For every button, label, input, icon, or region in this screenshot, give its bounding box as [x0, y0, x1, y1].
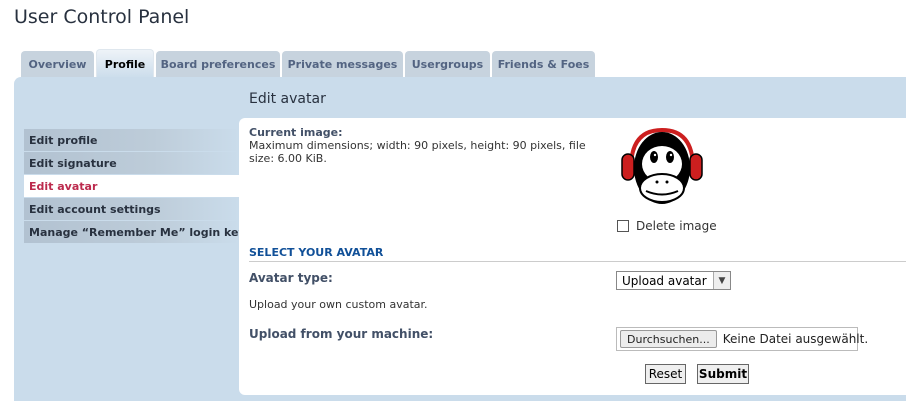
tab-overview[interactable]: Overview [21, 51, 94, 77]
submit-button[interactable]: Submit [697, 364, 749, 384]
current-image-label: Current image: [249, 126, 343, 139]
sidebar-item-edit-signature[interactable]: Edit signature [24, 152, 239, 175]
tab-board-preferences[interactable]: Board preferences [156, 51, 280, 77]
file-status-text: Keine Datei ausgewählt. [722, 332, 869, 346]
browse-button[interactable]: Durchsuchen... [620, 330, 717, 348]
monkey-with-headphones-avatar-icon [621, 127, 703, 204]
chevron-down-icon[interactable]: ▼ [713, 272, 730, 289]
reset-button[interactable]: Reset [645, 364, 686, 384]
current-image-description: Maximum dimensions; width: 90 pixels, he… [249, 139, 586, 165]
tab-private-messages[interactable]: Private messages [282, 51, 403, 77]
avatar-type-help: Upload your own custom avatar. [249, 298, 428, 311]
tab-friends-foes[interactable]: Friends & Foes [492, 51, 595, 77]
delete-image-label[interactable]: Delete image [636, 219, 717, 233]
avatar-type-select[interactable]: Upload avatar ▼ [616, 271, 731, 290]
tab-profile[interactable]: Profile [96, 49, 154, 79]
file-upload-input[interactable]: Durchsuchen... Keine Datei ausgewählt. [616, 327, 868, 351]
sidebar-item-edit-avatar[interactable]: Edit avatar [24, 175, 239, 198]
sidebar-item-edit-profile[interactable]: Edit profile [24, 129, 239, 152]
edit-avatar-form: Current image: Maximum dimensions; width… [239, 118, 906, 395]
sidebar-item-edit-account-settings[interactable]: Edit account settings [24, 198, 239, 221]
page-title: User Control Panel [14, 6, 190, 28]
upload-label: Upload from your machine: [249, 327, 434, 341]
select-avatar-section-title: SELECT YOUR AVATAR [249, 246, 906, 262]
sidebar-item-remember-me-keys[interactable]: Manage “Remember Me” login keys [24, 221, 252, 244]
avatar-type-selected-value: Upload avatar [622, 273, 707, 288]
content-heading: Edit avatar [249, 91, 326, 107]
delete-image-checkbox[interactable] [617, 220, 629, 232]
avatar-type-label: Avatar type: [249, 271, 333, 285]
sidebar-menu: Edit profile Edit signature Edit avatar … [24, 129, 252, 244]
tab-usergroups[interactable]: Usergroups [405, 51, 490, 77]
